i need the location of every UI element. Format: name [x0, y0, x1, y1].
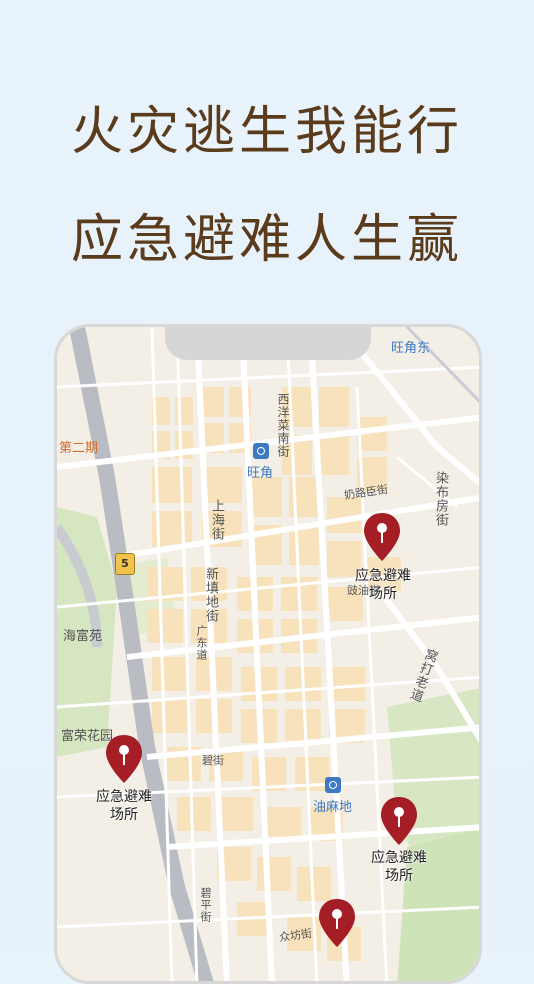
shelter-label-3: 应急避难 场所 [354, 849, 444, 885]
shelter-pin-icon[interactable] [317, 897, 357, 949]
shelter-label-line-2: 场所 [385, 868, 413, 884]
label-di-er-qi: 第二期 [59, 441, 99, 456]
label-nuo-ping-jie: 碧平街 [199, 887, 212, 923]
headline-line-2: 应急避难人生赢 [70, 210, 463, 270]
shelter-label-line-1: 应急避难 [96, 789, 152, 805]
label-xi-yang-cai-nan-jie: 西洋菜南街 [276, 393, 290, 458]
label-bi-jie: 碧街 [202, 754, 224, 767]
phone-notch [165, 327, 371, 360]
label-tuo-bu-fang-jie: 染布房街 [433, 471, 448, 527]
metro-icon-wang-jiao[interactable] [253, 443, 269, 459]
label-hai-fu-yuan: 海富苑 [63, 629, 103, 644]
label-wang-jiao-dong: 旺角东 [391, 341, 431, 356]
shelter-label-line-1: 应急避难 [355, 568, 411, 584]
metro-icon-you-ma-di[interactable] [325, 777, 341, 793]
headline-line-1: 火灾逃生我能行 [70, 102, 463, 162]
phone-frame: 旺角东 第二期 西洋菜南街 旺角 奶路臣街 染布房街 上海街 新填地街 豉油街 … [54, 324, 482, 984]
shelter-label-1: 应急避难 场所 [338, 567, 428, 603]
label-xin-tian-di-jie: 新填地街 [203, 567, 218, 623]
shelter-pin-icon[interactable] [362, 511, 402, 563]
label-you-ma-di: 油麻地 [313, 800, 353, 815]
label-shang-hai-jie: 上海街 [209, 499, 224, 541]
label-wang-jiao: 旺角 [247, 466, 274, 481]
shelter-pin-icon[interactable] [379, 795, 419, 847]
route-5-shield: 5 [115, 553, 135, 575]
shelter-label-line-2: 场所 [369, 586, 397, 602]
shelter-label-line-2: 场所 [110, 807, 138, 823]
shelter-label-2: 应急避难 场所 [79, 788, 169, 824]
label-guang-dong-dao: 广东道 [195, 625, 208, 661]
shelter-label-line-1: 应急避难 [371, 850, 427, 866]
shelter-pin-icon[interactable] [104, 733, 144, 785]
